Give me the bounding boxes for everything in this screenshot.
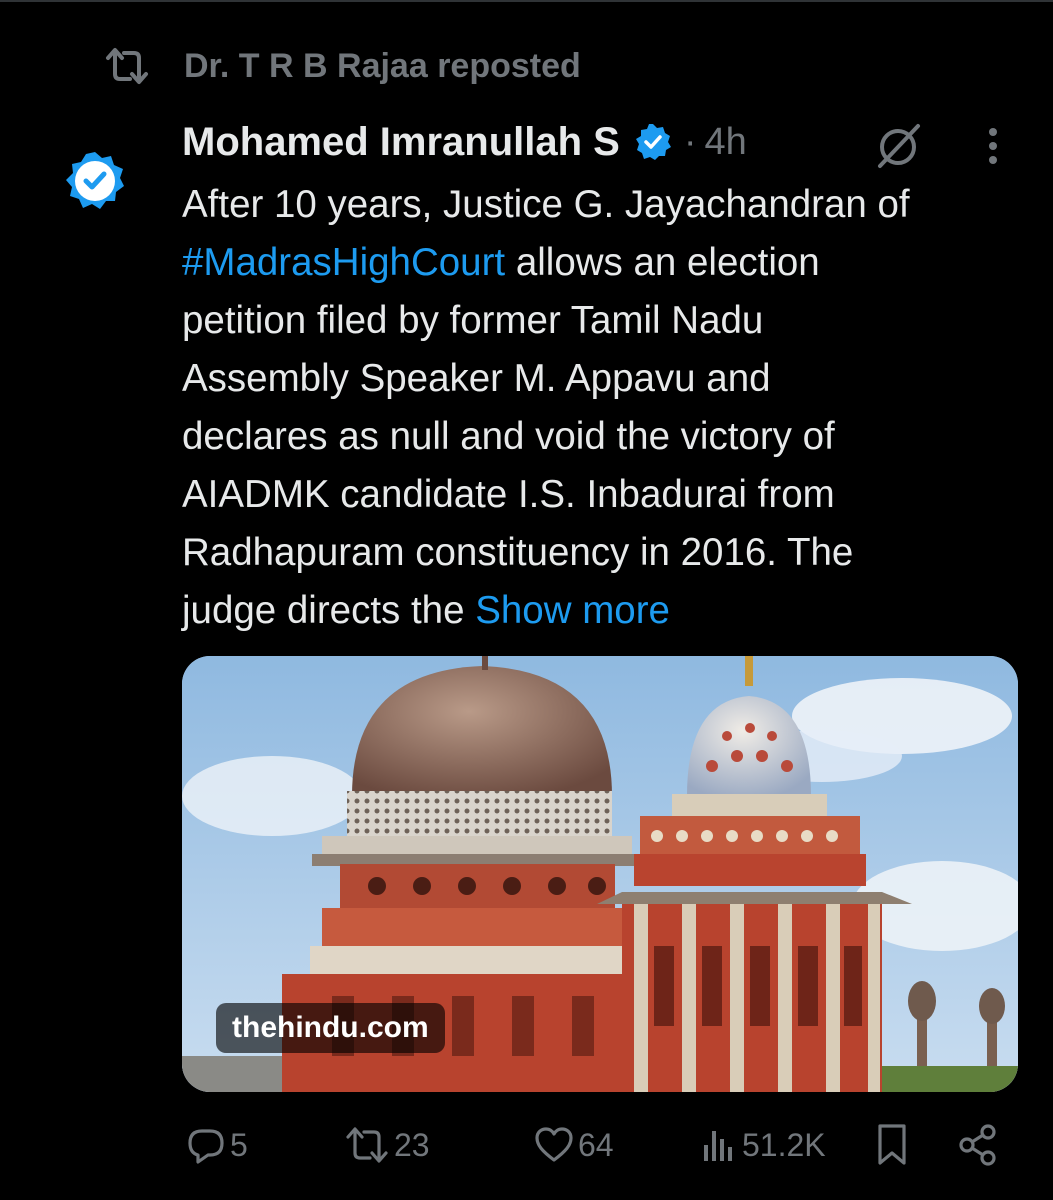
tweet-header: Mohamed Imranullah S · 4h: [182, 116, 747, 168]
repost-icon: [344, 1125, 390, 1165]
like-button[interactable]: 64: [534, 1118, 614, 1172]
view-count: 51.2K: [742, 1126, 826, 1163]
avatar[interactable]: [64, 150, 126, 212]
reply-button[interactable]: 5: [186, 1118, 248, 1172]
tweet-line: After 10 years, Justice G. Jayachandran …: [182, 183, 910, 226]
grok-icon[interactable]: [872, 120, 924, 172]
tweet-text: After 10 years, Justice G. Jayachandran …: [182, 176, 1032, 640]
bookmark-button[interactable]: [872, 1118, 912, 1172]
like-count: 64: [578, 1126, 614, 1163]
reposter-link[interactable]: Dr. T R B Rajaa reposted: [184, 47, 581, 86]
verified-avatar-icon: [66, 152, 124, 209]
separator-dot: ·: [683, 120, 697, 163]
media-card[interactable]: thehindu.com: [182, 656, 1018, 1092]
views-button[interactable]: 51.2K: [698, 1118, 826, 1172]
repost-button[interactable]: 23: [344, 1118, 430, 1172]
reply-count: 5: [230, 1126, 248, 1163]
top-divider: [0, 0, 1053, 2]
reply-icon: [186, 1125, 226, 1165]
tweet-line: #MadrasHighCourt allows an election: [182, 241, 820, 284]
verified-badge-icon[interactable]: [634, 123, 672, 161]
more-options-icon[interactable]: [978, 124, 1008, 168]
hashtag-link[interactable]: #MadrasHighCourt: [182, 241, 505, 284]
tweet-line: Assembly Speaker M. Appavu and: [182, 357, 771, 400]
tweet-line: Radhapuram constituency in 2016. The: [182, 531, 854, 574]
repost-banner: Dr. T R B Rajaa reposted: [104, 44, 581, 88]
bookmark-icon: [872, 1122, 912, 1168]
share-button[interactable]: [956, 1118, 1000, 1172]
share-icon: [956, 1123, 1000, 1167]
action-bar: 5 23 64 51.2K: [186, 1118, 1006, 1172]
tweet-line: petition filed by former Tamil Nadu: [182, 299, 764, 342]
repost-icon: [104, 44, 154, 88]
author-name[interactable]: Mohamed Imranullah S: [182, 120, 620, 165]
heart-icon: [534, 1125, 574, 1165]
views-chart-icon: [698, 1125, 738, 1165]
tweet-line: judge directs the Show more: [182, 589, 670, 632]
post-time[interactable]: 4h: [705, 121, 747, 164]
source-badge: thehindu.com: [216, 1003, 445, 1053]
tweet-line: AIADMK candidate I.S. Inbadurai from: [182, 473, 835, 516]
show-more-link[interactable]: Show more: [475, 589, 670, 632]
repost-count: 23: [394, 1126, 430, 1163]
tweet-line: declares as null and void the victory of: [182, 415, 835, 458]
